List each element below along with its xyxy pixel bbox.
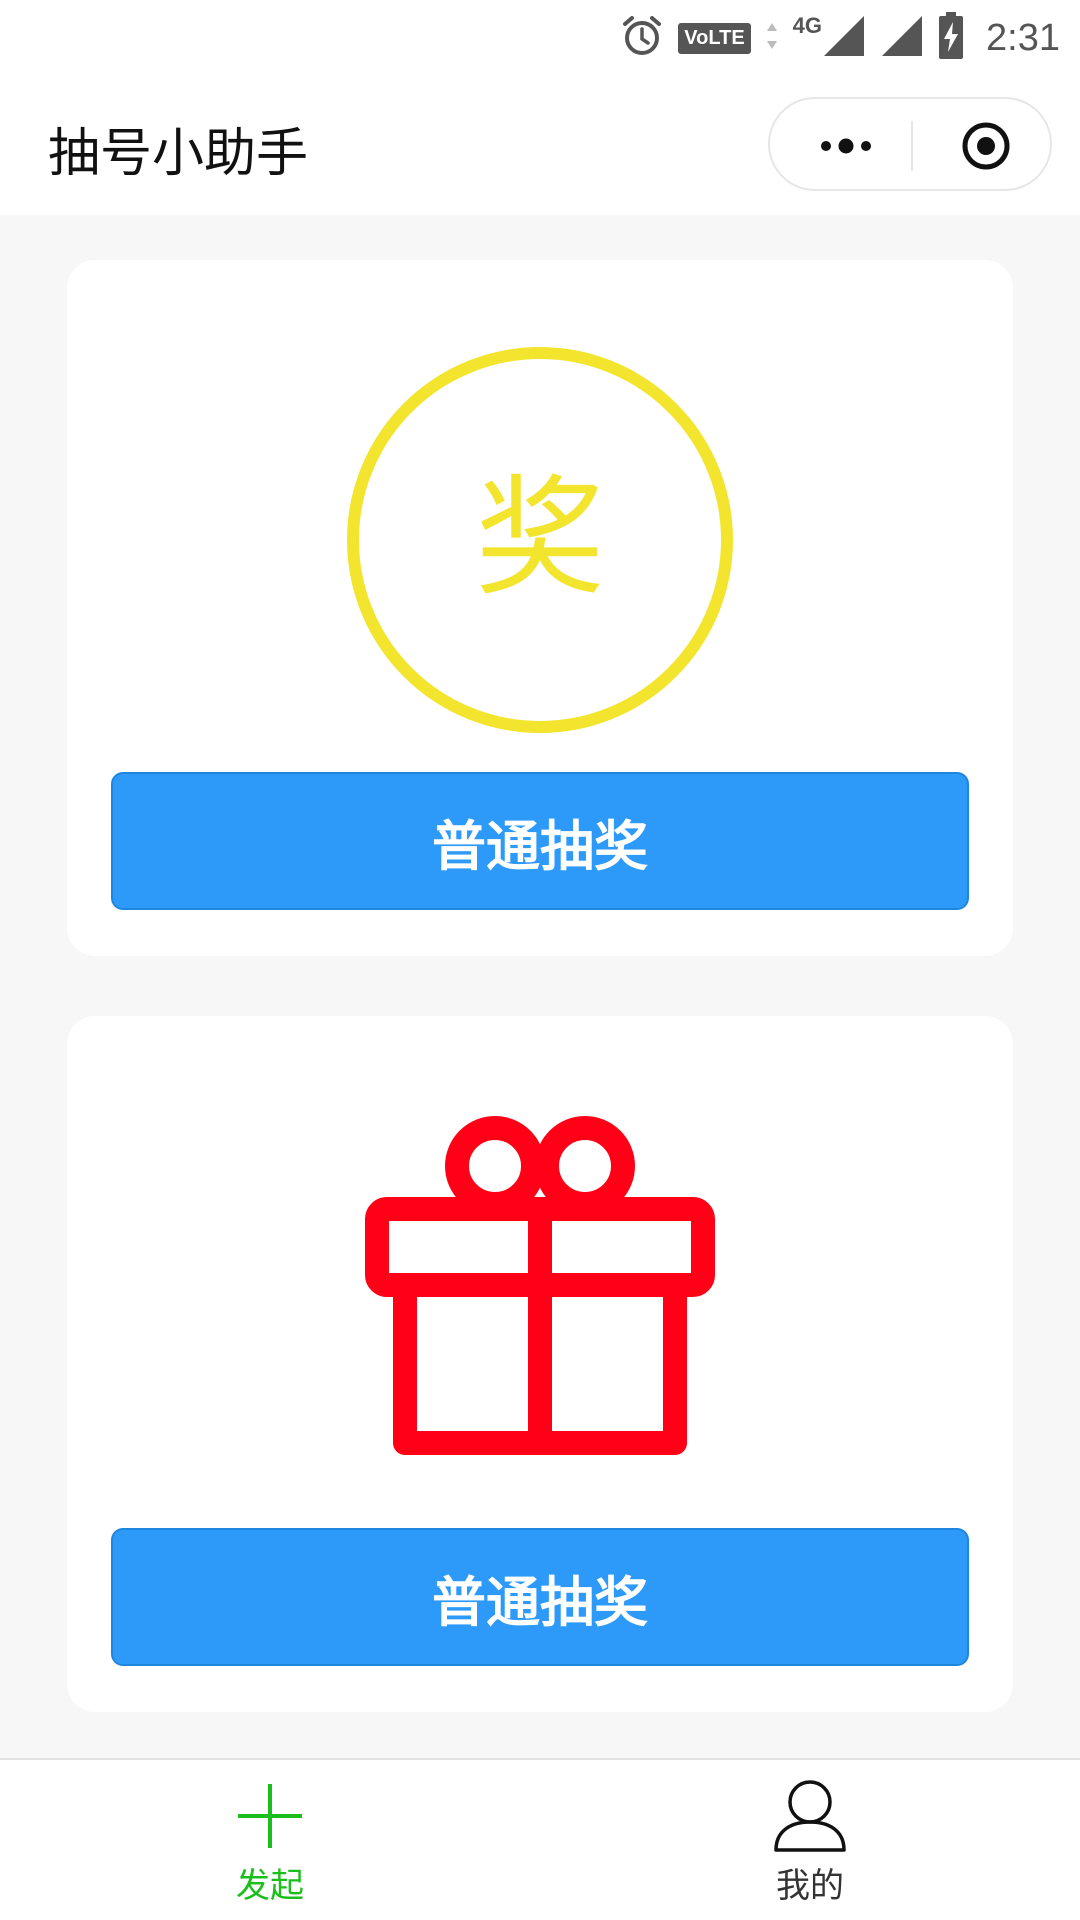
capsule-menu bbox=[768, 97, 1052, 191]
plus-icon bbox=[232, 1778, 308, 1854]
battery-charging-icon bbox=[938, 12, 964, 64]
target-close-icon[interactable] bbox=[946, 121, 1026, 171]
more-dots-icon[interactable] bbox=[806, 121, 886, 171]
data-arrows-icon bbox=[765, 21, 779, 55]
status-bar: VoLTE 4G 2:31 bbox=[0, 0, 1080, 75]
page-title: 抽号小助手 bbox=[48, 124, 309, 184]
signal-icon bbox=[880, 14, 924, 62]
volte-icon: VoLTE bbox=[678, 22, 751, 54]
status-time: 2:31 bbox=[986, 16, 1060, 59]
alarm-icon bbox=[620, 14, 664, 62]
network-type-label: 4G bbox=[792, 13, 823, 38]
award-circle-icon: 奖 bbox=[345, 345, 735, 735]
user-icon bbox=[772, 1778, 848, 1854]
tab-bar: 发起 我的 bbox=[0, 1758, 1080, 1920]
tab-mine[interactable]: 我的 bbox=[540, 1760, 1080, 1920]
signal-icon bbox=[822, 14, 866, 62]
tab-label: 我的 bbox=[776, 1866, 844, 1906]
gift-icon bbox=[360, 1111, 720, 1471]
normal-lottery-button[interactable]: 普通抽奖 bbox=[111, 1528, 969, 1666]
capsule-divider bbox=[911, 121, 913, 171]
lottery-card-award: 奖 普通抽奖 bbox=[67, 260, 1013, 956]
nav-bar: 抽号小助手 bbox=[0, 75, 1080, 215]
status-icons: VoLTE 4G 2:31 bbox=[620, 10, 1060, 66]
tab-launch[interactable]: 发起 bbox=[0, 1760, 540, 1920]
award-character: 奖 bbox=[475, 462, 605, 614]
lottery-card-gift: 普通抽奖 bbox=[67, 1016, 1013, 1712]
tab-label: 发起 bbox=[236, 1866, 304, 1906]
normal-lottery-button[interactable]: 普通抽奖 bbox=[111, 772, 969, 910]
